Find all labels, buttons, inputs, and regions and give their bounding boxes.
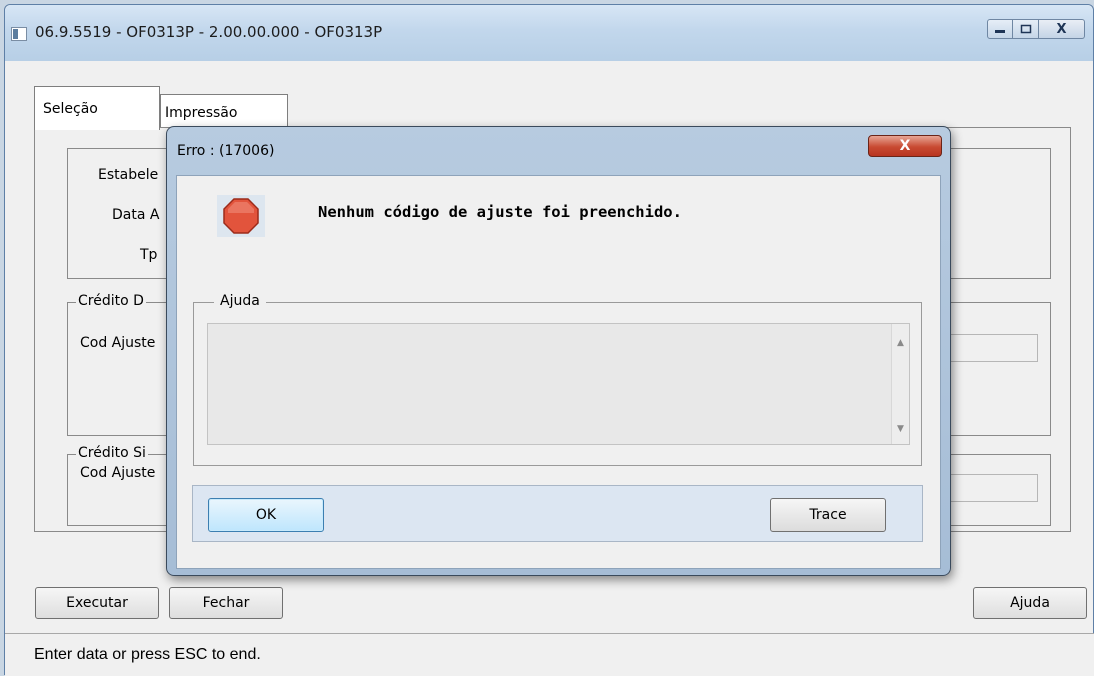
tab-selecao-label: Seleção xyxy=(43,101,98,117)
dialog-body: Nenhum código de ajuste foi preenchido. … xyxy=(176,175,941,569)
cod-ajuste-input[interactable] xyxy=(948,334,1038,362)
ajuda-label: Ajuda xyxy=(1010,595,1050,611)
credito-s-legend: Crédito Si xyxy=(76,445,148,461)
help-group: Ajuda ▲ ▼ xyxy=(193,293,922,466)
tab-selecao[interactable]: Seleção xyxy=(34,86,160,130)
executar-label: Executar xyxy=(66,595,128,611)
help-textarea[interactable]: ▲ ▼ xyxy=(207,323,910,445)
tp-label: Tp xyxy=(140,247,158,263)
window-titlebar[interactable]: 06.9.5519 - OF0313P - 2.00.00.000 - OF03… xyxy=(5,5,1093,61)
status-bar: Enter data or press ESC to end. xyxy=(5,633,1094,676)
close-icon: X xyxy=(899,138,911,154)
status-text: Enter data or press ESC to end. xyxy=(34,646,261,663)
scroll-down-icon[interactable]: ▼ xyxy=(897,424,904,434)
data-label: Data A xyxy=(112,207,160,223)
window-title: 06.9.5519 - OF0313P - 2.00.00.000 - OF03… xyxy=(35,23,383,41)
minimize-button[interactable] xyxy=(987,19,1013,39)
dialog-button-bar: OK Trace xyxy=(192,485,923,542)
ok-label: OK xyxy=(255,507,277,523)
stop-icon xyxy=(217,195,265,237)
tab-impressao-label: Impressão xyxy=(165,105,238,121)
help-scrollbar[interactable]: ▲ ▼ xyxy=(891,324,909,444)
tab-impressao[interactable]: Impressão xyxy=(160,94,288,130)
error-message: Nenhum código de ajuste foi preenchido. xyxy=(318,203,682,221)
ok-button[interactable]: OK xyxy=(208,498,324,532)
dialog-title: Erro : (17006) xyxy=(177,143,275,159)
error-dialog: Erro : (17006) X Nenhum código de ajuste… xyxy=(166,126,951,576)
ajuda-button[interactable]: Ajuda xyxy=(973,587,1087,619)
maximize-button[interactable] xyxy=(1013,19,1039,39)
fechar-label: Fechar xyxy=(202,595,250,611)
window-controls: X xyxy=(987,19,1085,39)
app-icon xyxy=(11,27,27,41)
executar-button[interactable]: Executar xyxy=(35,587,159,619)
cod-ajuste-label: Cod Ajuste xyxy=(80,335,156,351)
estabelecimento-label: Estabele xyxy=(98,167,159,183)
minimize-icon xyxy=(995,30,1005,33)
trace-button[interactable]: Trace xyxy=(770,498,886,532)
dialog-close-button[interactable]: X xyxy=(868,135,942,157)
close-icon: X xyxy=(1056,21,1067,37)
cod-ajuste-label: Cod Ajuste xyxy=(80,465,156,481)
scroll-up-icon[interactable]: ▲ xyxy=(897,338,904,348)
credito-d-legend: Crédito D xyxy=(76,293,146,309)
help-legend: Ajuda xyxy=(214,293,266,309)
trace-label: Trace xyxy=(809,507,847,523)
maximize-icon xyxy=(1020,24,1031,34)
fechar-button[interactable]: Fechar xyxy=(169,587,283,619)
window-close-button[interactable]: X xyxy=(1039,19,1085,39)
cod-ajuste-input[interactable] xyxy=(948,474,1038,502)
